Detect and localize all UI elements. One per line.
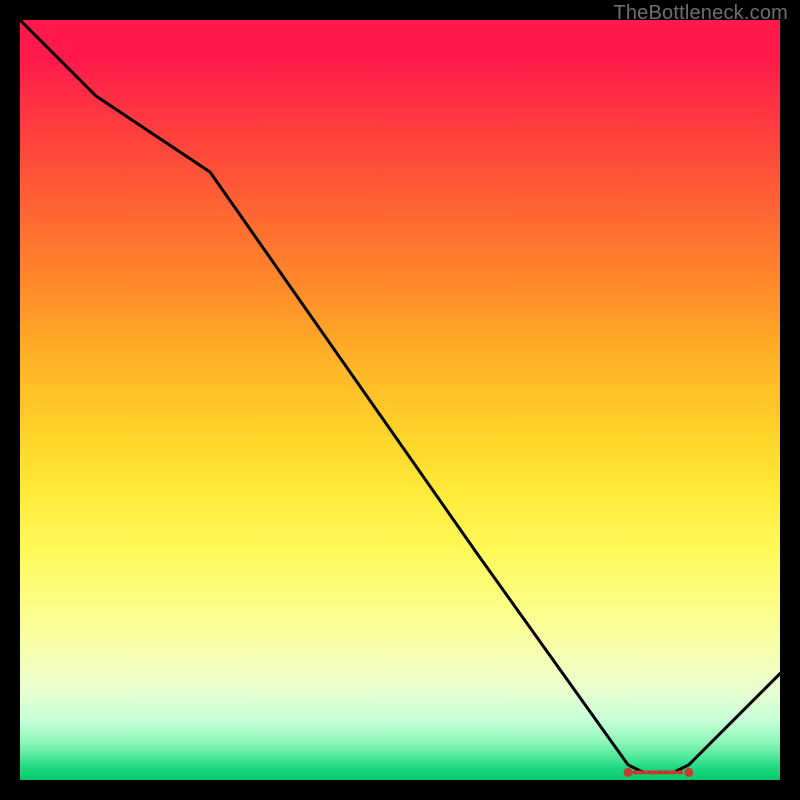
bottleneck-curve — [20, 20, 780, 772]
watermark-text: TheBottleneck.com — [613, 2, 788, 25]
chart-overlay — [20, 20, 780, 780]
chart-frame: TheBottleneck.com — [0, 0, 800, 800]
